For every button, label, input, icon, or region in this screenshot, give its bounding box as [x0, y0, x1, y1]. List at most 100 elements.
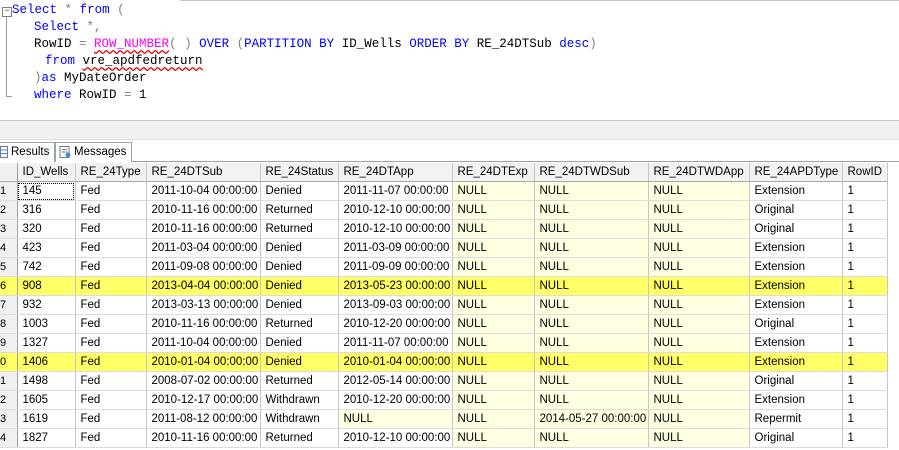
grid-cell[interactable]: Returned [260, 314, 339, 334]
grid-cell[interactable]: 1 [842, 428, 888, 448]
grid-cell[interactable]: 1498 [17, 371, 76, 391]
grid-cell[interactable]: 2011-03-09 00:00:00 [338, 238, 453, 258]
grid-corner-cell[interactable] [0, 163, 18, 182]
grid-cell[interactable]: 2013-04-04 00:00:00 [146, 276, 261, 296]
grid-cell[interactable]: 1827 [17, 428, 76, 448]
table-row[interactable]: 3 320 Fed 2010-11-16 00:00:00 Returned 2010-1… [0, 219, 888, 239]
row-header[interactable]: 3 [0, 219, 18, 239]
grid-cell[interactable]: 2013-05-23 00:00:00 [338, 276, 453, 296]
row-header[interactable]: 0 [0, 352, 18, 372]
grid-cell[interactable]: 2010-11-16 00:00:00 [146, 314, 261, 334]
grid-cell[interactable]: Original [749, 371, 843, 391]
grid-cell[interactable]: NULL [648, 333, 750, 353]
tab-messages[interactable]: Messages [55, 142, 133, 162]
grid-cell[interactable]: NULL [648, 238, 750, 258]
grid-cell[interactable]: Fed [75, 352, 147, 372]
table-row[interactable]: 3 1619 Fed 2011-08-12 00:00:00 Withdrawn NULL… [0, 409, 888, 429]
column-header[interactable]: RE_24DTWDApp [648, 163, 750, 182]
grid-cell[interactable]: 2012-05-14 00:00:00 [338, 371, 453, 391]
table-row[interactable]: 6 908 Fed 2013-04-04 00:00:00 Denied 2013-05-… [0, 276, 888, 296]
grid-cell[interactable]: NULL [452, 295, 535, 315]
grid-cell[interactable]: 2010-11-16 00:00:00 [146, 200, 261, 220]
grid-cell[interactable]: Denied [260, 276, 339, 296]
column-header[interactable]: ID_Wells [17, 163, 76, 182]
grid-cell[interactable]: 1327 [17, 333, 76, 353]
grid-cell[interactable]: Extension [749, 352, 843, 372]
grid-cell[interactable]: Fed [75, 314, 147, 334]
grid-cell[interactable]: 1 [842, 390, 888, 410]
grid-cell[interactable]: 423 [17, 238, 76, 258]
grid-cell[interactable]: Withdrawn [260, 390, 339, 410]
grid-cell[interactable]: 2010-12-20 00:00:00 [338, 390, 453, 410]
grid-cell[interactable]: 2010-11-16 00:00:00 [146, 219, 261, 239]
column-header[interactable]: RE_24DTExp [452, 163, 535, 182]
grid-cell[interactable]: NULL [648, 428, 750, 448]
grid-cell[interactable]: Denied [260, 181, 339, 201]
collapse-region-icon[interactable]: − [2, 7, 12, 17]
grid-cell[interactable]: 932 [17, 295, 76, 315]
grid-cell[interactable]: 1 [842, 238, 888, 258]
grid-cell[interactable]: NULL [452, 314, 535, 334]
row-header[interactable]: 6 [0, 276, 18, 296]
grid-cell[interactable]: NULL [534, 314, 649, 334]
grid-cell[interactable]: 1 [842, 409, 888, 429]
grid-cell[interactable]: Fed [75, 295, 147, 315]
column-header[interactable]: RE_24DTWDSub [534, 163, 649, 182]
grid-cell[interactable]: NULL [338, 409, 453, 429]
grid-cell[interactable]: 2010-12-10 00:00:00 [338, 200, 453, 220]
grid-cell[interactable]: Returned [260, 200, 339, 220]
grid-cell[interactable]: NULL [452, 428, 535, 448]
grid-cell[interactable]: Repermit [749, 409, 843, 429]
grid-cell[interactable]: 1 [842, 295, 888, 315]
grid-cell[interactable]: 908 [17, 276, 76, 296]
grid-cell[interactable]: Fed [75, 257, 147, 277]
grid-cell[interactable]: NULL [648, 352, 750, 372]
grid-cell[interactable]: NULL [452, 390, 535, 410]
grid-cell[interactable]: 316 [17, 200, 76, 220]
table-row[interactable]: 2 316 Fed 2010-11-16 00:00:00 Returned 2010-1… [0, 200, 888, 220]
grid-cell[interactable]: NULL [648, 200, 750, 220]
grid-cell[interactable]: Original [749, 200, 843, 220]
grid-cell[interactable]: Denied [260, 352, 339, 372]
grid-cell[interactable]: NULL [452, 333, 535, 353]
grid-cell[interactable]: 2010-01-04 00:00:00 [338, 352, 453, 372]
grid-cell[interactable]: NULL [452, 238, 535, 258]
editor-results-splitter[interactable] [0, 120, 899, 140]
grid-cell[interactable]: Fed [75, 390, 147, 410]
row-header[interactable]: 3 [0, 409, 18, 429]
grid-cell[interactable]: NULL [648, 409, 750, 429]
grid-cell[interactable]: 1406 [17, 352, 76, 372]
row-header[interactable]: 9 [0, 333, 18, 353]
grid-cell[interactable]: NULL [452, 200, 535, 220]
grid-cell[interactable]: Original [749, 219, 843, 239]
grid-cell[interactable]: NULL [534, 352, 649, 372]
row-header[interactable]: 5 [0, 257, 18, 277]
grid-cell[interactable]: 2013-09-03 00:00:00 [338, 295, 453, 315]
grid-cell[interactable]: 1 [842, 314, 888, 334]
grid-cell[interactable]: 2011-09-08 00:00:00 [146, 257, 261, 277]
grid-cell[interactable]: NULL [534, 295, 649, 315]
grid-cell[interactable]: 145 [17, 181, 76, 201]
grid-cell[interactable]: Original [749, 314, 843, 334]
grid-cell[interactable]: NULL [648, 257, 750, 277]
table-row[interactable]: 8 1003 Fed 2010-11-16 00:00:00 Returned 2010-… [0, 314, 888, 334]
grid-cell[interactable]: Extension [749, 390, 843, 410]
grid-cell[interactable]: Fed [75, 219, 147, 239]
grid-cell[interactable]: Fed [75, 371, 147, 391]
grid-cell[interactable]: 2011-11-07 00:00:00 [338, 181, 453, 201]
table-row[interactable]: 7 932 Fed 2013-03-13 00:00:00 Denied 2013-09-… [0, 295, 888, 315]
grid-cell[interactable]: NULL [452, 181, 535, 201]
grid-cell[interactable]: Original [749, 428, 843, 448]
grid-cell[interactable]: NULL [648, 181, 750, 201]
grid-cell[interactable]: Fed [75, 200, 147, 220]
grid-cell[interactable]: 2011-03-04 00:00:00 [146, 238, 261, 258]
grid-cell[interactable]: 1 [842, 200, 888, 220]
grid-cell[interactable]: NULL [534, 181, 649, 201]
grid-cell[interactable]: NULL [534, 238, 649, 258]
table-row[interactable]: 4 423 Fed 2011-03-04 00:00:00 Denied 2011-03-… [0, 238, 888, 258]
grid-cell[interactable]: NULL [452, 352, 535, 372]
grid-cell[interactable]: Fed [75, 238, 147, 258]
table-row[interactable]: 1 1498 Fed 2008-07-02 00:00:00 Returned 2012-… [0, 371, 888, 391]
grid-cell[interactable]: Extension [749, 181, 843, 201]
column-header[interactable]: RE_24DTSub [146, 163, 261, 182]
